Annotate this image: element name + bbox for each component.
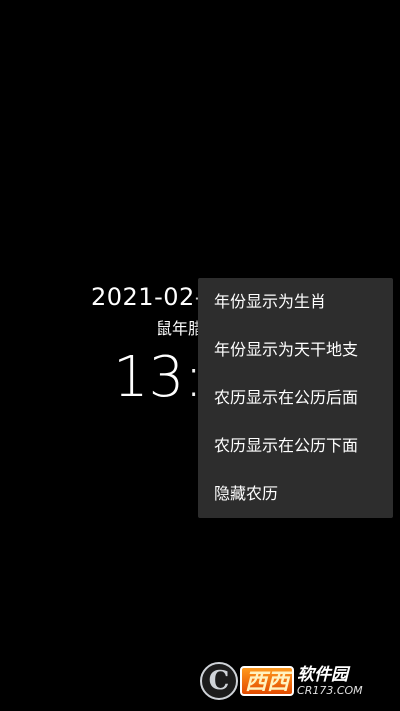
- watermark-c-icon: C: [200, 662, 238, 700]
- menu-item-year-zodiac[interactable]: 年份显示为生肖: [198, 278, 393, 326]
- menu-item-lunar-below-solar[interactable]: 农历显示在公历下面: [198, 422, 393, 470]
- watermark-logo: C 西西 软件园 CR173.COM: [200, 660, 382, 702]
- time-text: 13:: [113, 345, 204, 410]
- watermark-brand: 西西 软件园 CR173.COM: [240, 665, 363, 697]
- menu-item-hide-lunar[interactable]: 隐藏农历: [198, 470, 393, 518]
- watermark-site-name: 软件园: [297, 664, 349, 685]
- overflow-menu: 年份显示为生肖 年份显示为天干地支 农历显示在公历后面 农历显示在公历下面 隐藏…: [198, 278, 393, 518]
- watermark-text: 软件园 CR173.COM: [297, 664, 363, 697]
- menu-item-lunar-after-solar[interactable]: 农历显示在公历后面: [198, 374, 393, 422]
- clock-screen: 2021-02-0 鼠年腊 13: 年份显示为生肖 年份显示为天干地支 农历显示…: [0, 0, 400, 711]
- menu-item-year-ganzhi[interactable]: 年份显示为天干地支: [198, 326, 393, 374]
- watermark-domain: CR173.COM: [297, 683, 363, 697]
- lunar-date-text: 鼠年腊: [156, 319, 205, 338]
- watermark-brand-name: 西西: [240, 666, 295, 696]
